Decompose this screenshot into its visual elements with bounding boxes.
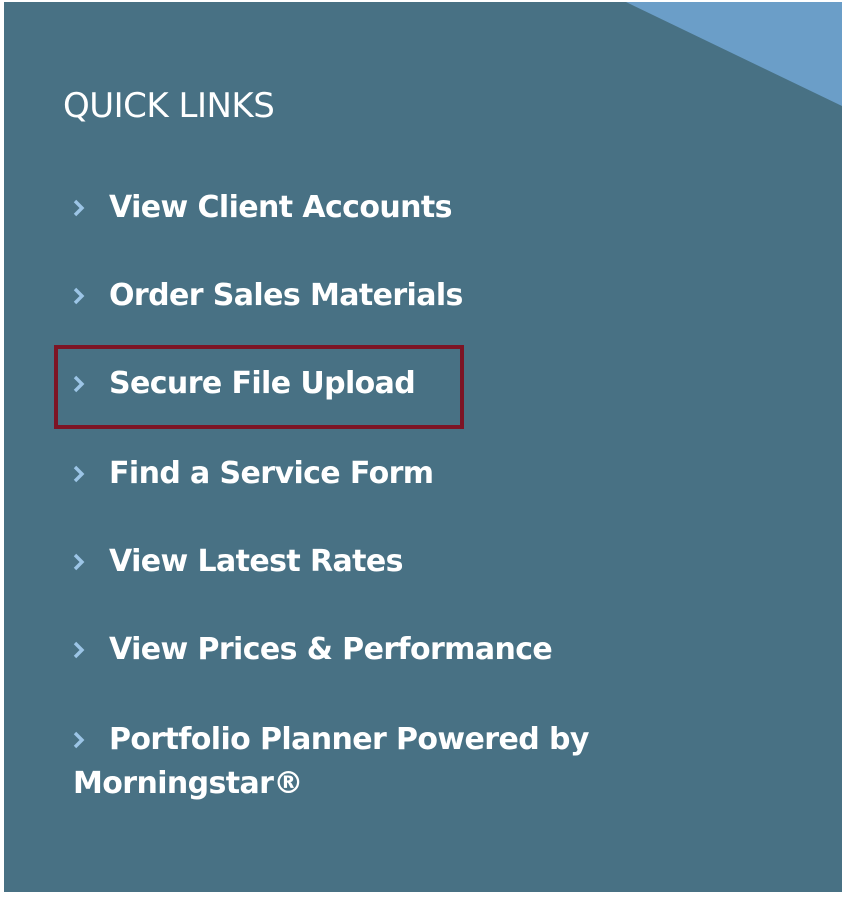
chevron-right-icon <box>73 362 109 393</box>
chevron-right-icon <box>73 628 109 659</box>
chevron-right-icon <box>73 274 109 305</box>
quick-links-heading: QUICK LINKS <box>63 86 275 126</box>
chevron-right-icon <box>73 540 109 571</box>
link-label: Secure File Upload <box>109 366 416 401</box>
chevron-right-icon <box>73 186 109 217</box>
link-label: Portfolio Planner Powered by Morningstar… <box>73 722 589 801</box>
chevron-right-icon <box>73 452 109 483</box>
link-label: View Client Accounts <box>109 190 452 225</box>
link-label: Find a Service Form <box>109 456 434 491</box>
link-find-a-service-form[interactable]: Find a Service Form <box>73 452 434 496</box>
link-label: View Latest Rates <box>109 544 403 579</box>
link-view-latest-rates[interactable]: View Latest Rates <box>73 540 403 584</box>
link-order-sales-materials[interactable]: Order Sales Materials <box>73 274 463 318</box>
link-secure-file-upload[interactable]: Secure File Upload <box>73 362 416 406</box>
link-label: View Prices & Performance <box>109 632 553 667</box>
link-label: Order Sales Materials <box>109 278 463 313</box>
link-view-client-accounts[interactable]: View Client Accounts <box>73 186 452 230</box>
chevron-right-icon <box>73 718 109 749</box>
link-view-prices-and-performance[interactable]: View Prices & Performance <box>73 628 553 672</box>
quick-links-panel: QUICK LINKS View Client Accounts Order S… <box>4 2 842 892</box>
link-portfolio-planner[interactable]: Portfolio Planner Powered by Morningstar… <box>73 718 633 806</box>
